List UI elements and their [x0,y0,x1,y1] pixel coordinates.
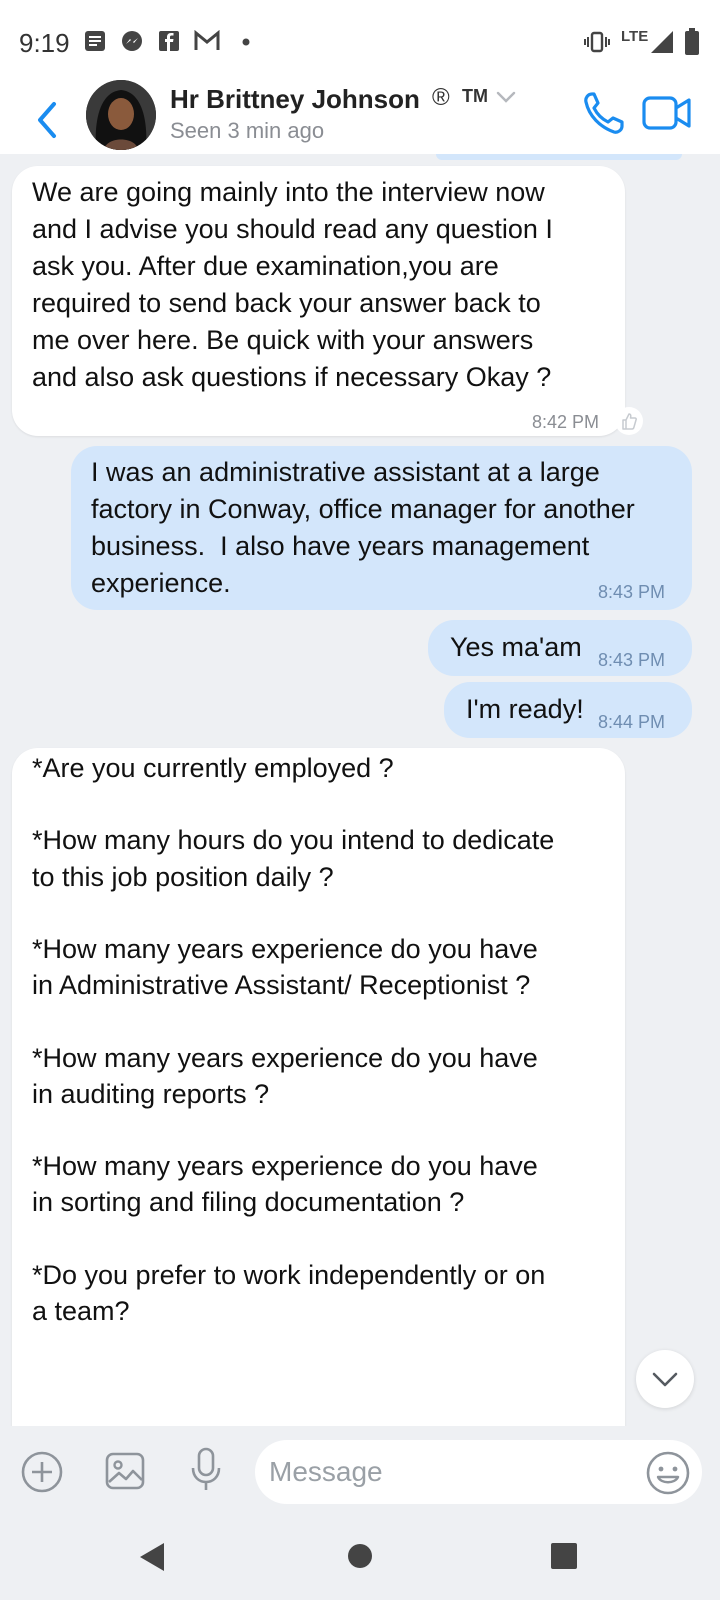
conversation-header: Hr Brittney Johnson ® TM Seen 3 min ago [0,80,720,154]
message-text: I'm ready! [466,694,584,724]
battery-icon [685,28,699,55]
back-triangle-icon[interactable] [136,1540,168,1574]
contact-status: Seen 3 min ago [170,118,325,143]
video-camera-icon[interactable] [642,94,692,132]
microphone-icon[interactable] [190,1446,222,1496]
system-navigation-bar [0,1516,720,1600]
contact-name[interactable]: Hr Brittney Johnson [170,84,420,115]
trademark-mark: TM [462,86,488,106]
message-field[interactable] [255,1440,702,1504]
outgoing-message[interactable]: I'm ready! 8:44 PM [444,682,692,738]
message-time: 8:44 PM [598,712,666,732]
previous-message-edge [436,154,682,160]
gmail-notification-icon [194,30,220,50]
more-notifications-dot-icon [242,38,250,46]
incoming-message[interactable]: We are going mainly into the interview n… [12,166,625,436]
scroll-to-bottom-button[interactable] [636,1350,694,1408]
plus-circle-icon[interactable] [20,1450,64,1494]
thumbs-up-icon[interactable] [614,406,644,436]
chevron-down-icon [652,1372,678,1387]
message-time: 8:42 PM [532,412,600,432]
home-circle-icon[interactable] [346,1542,374,1570]
back-chevron-icon[interactable] [28,94,68,144]
message-time: 8:43 PM [598,582,666,602]
message-text: Yes ma'am [450,632,582,662]
message-text: *Are you currently employed ? *How many … [32,753,555,1327]
message-text: We are going mainly into the interview n… [32,177,561,392]
recents-square-icon[interactable] [550,1542,578,1570]
message-list[interactable]: We are going mainly into the interview n… [0,154,720,1426]
message-time: 8:43 PM [598,650,666,670]
incoming-message[interactable]: *Are you currently employed ? *How many … [12,748,625,1426]
contact-avatar[interactable] [86,80,156,150]
facebook-notification-icon [159,31,179,51]
message-input[interactable] [269,1452,619,1492]
signal-icon [651,31,673,53]
phone-icon[interactable] [582,90,626,136]
outgoing-message[interactable]: I was an administrative assistant at a l… [71,446,692,610]
smiley-icon[interactable] [645,1450,691,1496]
status-time: 9:19 [19,28,70,58]
news-notification-icon [85,31,105,51]
network-type: LTE [621,28,649,45]
messenger-notification-icon [122,31,142,51]
image-icon[interactable] [104,1450,146,1492]
vibrate-icon [584,31,610,53]
registered-mark: ® [432,84,450,111]
message-composer [0,1426,720,1516]
outgoing-message[interactable]: Yes ma'am 8:43 PM [428,620,692,676]
status-bar: 9:19 LTE [0,0,720,84]
message-text: I was an administrative assistant at a l… [91,457,643,598]
chevron-down-icon[interactable] [496,90,516,104]
